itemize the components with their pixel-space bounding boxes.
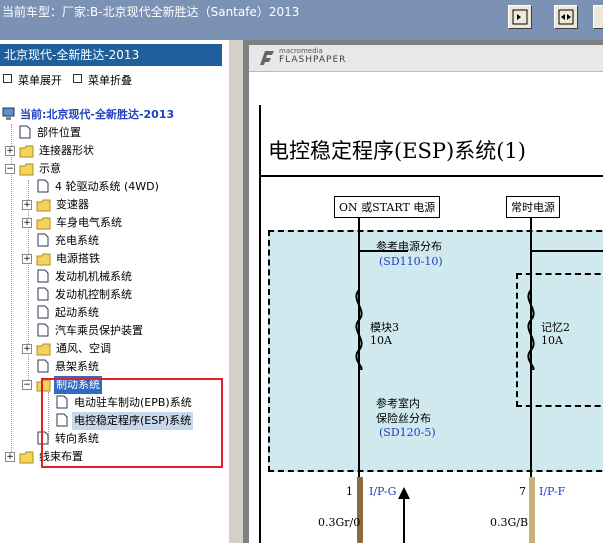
tree-item-label: 起动系统	[55, 306, 99, 319]
sidebar: 北京现代-全新胜达-2013 菜单展开 菜单折叠 当前:北京现代-全新胜达-20…	[0, 40, 229, 543]
title-bar: 当前车型：厂家:B-北京现代全新胜达（Santafe）2013	[0, 0, 603, 40]
ref-interior-2: 保险丝分布	[376, 412, 431, 425]
brand-main: FLASHPAPER	[279, 55, 347, 65]
folder-icon	[36, 343, 51, 356]
flashpaper-toolbar: macromedia FLASHPAPER	[249, 45, 603, 72]
folder-icon	[36, 253, 51, 266]
document-icon	[37, 179, 49, 193]
connector-ip-f: I/P-F	[539, 485, 566, 498]
expand-toggle-icon[interactable]: +	[5, 146, 15, 156]
ref-power-distribution: 参考电源分布	[376, 240, 442, 253]
fit-width-button[interactable]	[508, 5, 532, 29]
document-icon	[19, 125, 31, 139]
ref-interior-code: (SD120-5)	[379, 426, 436, 439]
expand-all-icon	[3, 74, 12, 83]
caption-constant-power: 常时电源	[506, 196, 560, 218]
arrow-up-icon	[398, 487, 410, 543]
flashpaper-logo-icon	[260, 51, 274, 65]
folder-open-icon	[19, 163, 34, 176]
document-icon	[37, 359, 49, 373]
document-icon	[37, 305, 49, 319]
tree-item-label: 示意	[39, 162, 61, 175]
tree-item-label: 部件位置	[37, 126, 81, 139]
ref-interior-1: 参考室内	[376, 397, 420, 410]
fuse1-amp: 10A	[370, 334, 392, 347]
pane-splitter[interactable]	[229, 40, 243, 543]
pin-1: 1	[346, 485, 353, 498]
expand-toggle-icon[interactable]: +	[22, 218, 32, 228]
wire-spec-2: 0.3G/B	[490, 516, 529, 529]
document-icon	[37, 269, 49, 283]
tree-item-label: 充电系统	[55, 234, 99, 247]
document-page: 电控稳定程序(ESP)系统(1) ON 或START 电源 常时电源 参考电源分…	[254, 105, 603, 543]
fit-page-button[interactable]	[554, 5, 578, 29]
pin-7: 7	[519, 485, 526, 498]
document-title: 电控稳定程序(ESP)系统(1)	[268, 139, 526, 163]
window-title: 当前车型：厂家:B-北京现代全新胜达（Santafe）2013	[2, 5, 300, 19]
document-icon	[37, 287, 49, 301]
fuse1-name: 模块3	[370, 321, 399, 334]
folder-icon	[19, 145, 34, 158]
expand-all-button[interactable]: 菜单展开	[3, 72, 62, 88]
fit-page-icon	[558, 9, 574, 25]
tree-item-label: 发动机机械系统	[55, 270, 132, 283]
ref-power-code: (SD110-10)	[379, 255, 443, 268]
expand-toggle-icon[interactable]: +	[22, 344, 32, 354]
collapse-toggle-icon[interactable]: −	[22, 380, 32, 390]
folder-icon	[36, 199, 51, 212]
tree-item-label: 悬架系统	[55, 360, 99, 373]
computer-icon	[2, 107, 15, 120]
fit-width-icon	[512, 9, 528, 25]
tree-item-label: 车身电气系统	[56, 216, 122, 229]
fuse-symbol-icon	[355, 290, 363, 370]
tree-item-label: 变速器	[56, 198, 89, 211]
expand-toggle-icon[interactable]: +	[5, 452, 15, 462]
fuse-symbol-icon	[527, 290, 535, 370]
folder-icon	[36, 217, 51, 230]
tree-item-label: 汽车乘员保护装置	[55, 324, 143, 337]
expand-toggle-icon[interactable]: +	[22, 254, 32, 264]
tree-item-label: 连接器形状	[39, 144, 94, 157]
document-icon	[37, 233, 49, 247]
sidebar-header: 北京现代-全新胜达-2013	[0, 44, 222, 66]
document-icon	[37, 323, 49, 337]
wire-spec-1: 0.3Gr/0	[318, 516, 361, 529]
document-viewer[interactable]: macromedia FLASHPAPER 电控稳定程序(ESP)系统(1) O…	[249, 45, 603, 543]
brand-top: macromedia	[279, 47, 323, 55]
collapse-all-label: 菜单折叠	[88, 74, 132, 87]
tree-item-label: 电源搭铁	[56, 252, 100, 265]
tree-item-label: 发动机控制系统	[55, 288, 132, 301]
highlight-annotation-box	[41, 378, 223, 468]
folder-icon	[19, 451, 34, 464]
collapse-all-icon	[73, 74, 82, 83]
expand-all-label: 菜单展开	[18, 74, 62, 87]
connector-ip-g: I/P-G	[369, 485, 397, 498]
tree-root-label: 当前:北京现代-全新胜达-2013	[20, 108, 175, 121]
collapse-all-button[interactable]: 菜单折叠	[73, 72, 132, 88]
fuse2-amp: 10A	[541, 334, 563, 347]
expand-toggle-icon[interactable]: +	[22, 200, 32, 210]
caption-ignition-power: ON 或START 电源	[334, 196, 441, 218]
more-button[interactable]	[593, 5, 603, 29]
tree-item-label: 通风、空调	[56, 342, 111, 355]
collapse-toggle-icon[interactable]: −	[5, 164, 15, 174]
fuse2-name: 记忆2	[541, 321, 570, 334]
tree-item-label: 4 轮驱动系统 (4WD)	[55, 180, 159, 193]
